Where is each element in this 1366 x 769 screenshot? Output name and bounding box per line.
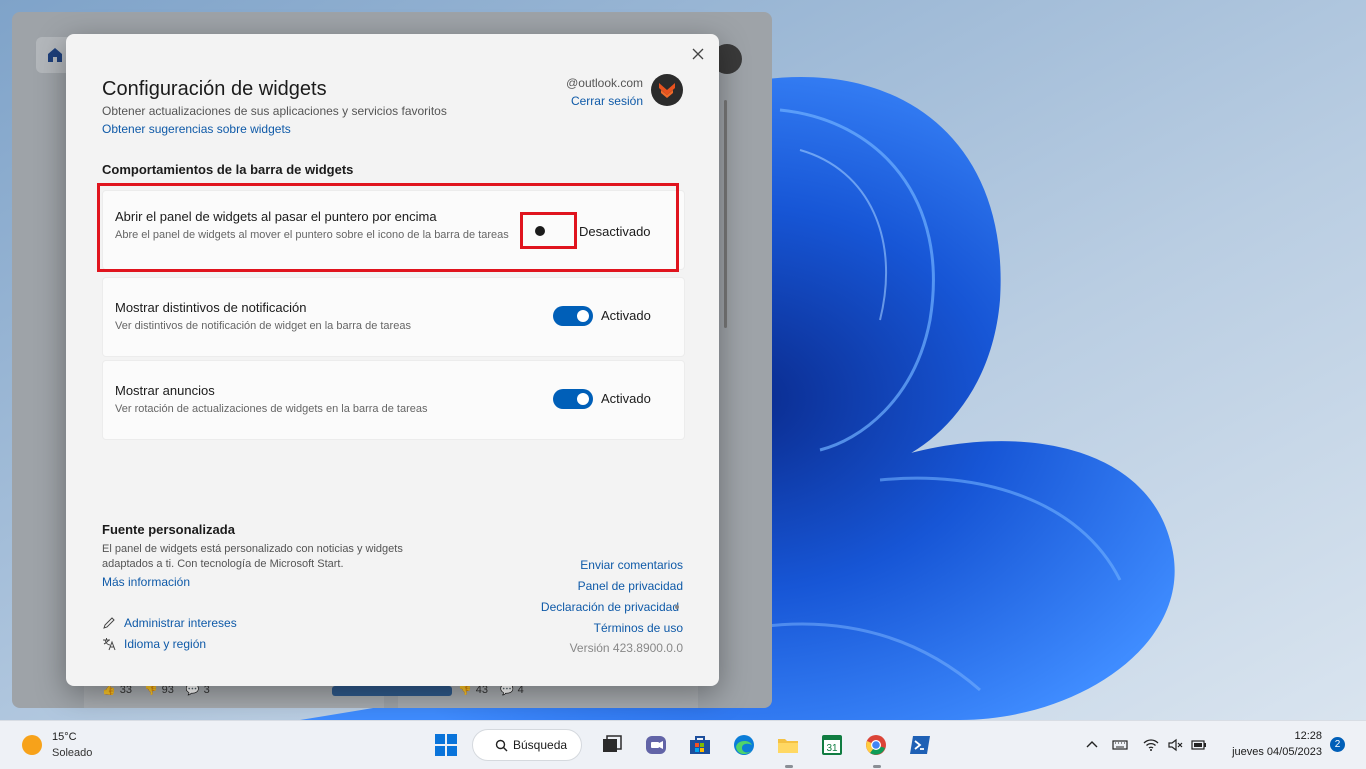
setting-description: Abre el panel de widgets al mover el pun… xyxy=(115,229,509,241)
close-icon xyxy=(692,48,704,60)
language-region-link[interactable]: Idioma y región xyxy=(102,637,206,651)
battery-icon[interactable] xyxy=(1190,736,1208,754)
pencil-icon xyxy=(103,617,115,629)
search-label: Búsqueda xyxy=(513,738,568,752)
widgets-settings-dialog: Configuración de widgets Obtener actuali… xyxy=(66,34,719,686)
clock-time[interactable]: 12:28 xyxy=(1294,730,1322,742)
toggle-knob xyxy=(577,310,589,322)
language-icon xyxy=(103,638,116,651)
feed-heading: Fuente personalizada xyxy=(102,522,235,537)
weather-condition[interactable]: Soleado xyxy=(52,747,92,759)
setting-show-announcements: Mostrar anuncios Ver rotación de actuali… xyxy=(102,360,685,440)
version-label: Versión 423.8900.0.0 xyxy=(569,641,683,655)
toggle-state-label: Activado xyxy=(601,391,651,406)
setting-title: Abrir el panel de widgets al pasar el pu… xyxy=(115,209,437,224)
clock-date[interactable]: jueves 04/05/2023 xyxy=(1232,746,1322,758)
taskbar-search-box[interactable]: Búsqueda xyxy=(472,729,582,761)
sign-out-link[interactable]: Cerrar sesión xyxy=(571,94,643,108)
privacy-panel-link[interactable]: Panel de privacidad xyxy=(578,579,683,593)
send-feedback-link[interactable]: Enviar comentarios xyxy=(580,558,683,572)
show-announcements-toggle[interactable] xyxy=(553,389,593,409)
home-icon xyxy=(48,48,62,62)
task-view-icon[interactable] xyxy=(599,732,625,758)
language-region-label: Idioma y región xyxy=(124,637,207,651)
terms-of-use-link[interactable]: Términos de uso xyxy=(594,621,683,635)
setting-description: Ver rotación de actualizaciones de widge… xyxy=(115,403,428,415)
setting-description: Ver distintivos de notificación de widge… xyxy=(115,320,411,332)
close-button[interactable] xyxy=(688,44,708,64)
file-explorer-icon[interactable] xyxy=(775,732,801,758)
dialog-title: Configuración de widgets xyxy=(102,78,327,100)
dialog-subtitle: Obtener actualizaciones de sus aplicacio… xyxy=(102,104,447,118)
windows-start-icon[interactable] xyxy=(435,734,457,756)
edge-browser-icon[interactable] xyxy=(731,732,757,758)
weather-temperature[interactable]: 15°C xyxy=(52,731,77,743)
sun-icon[interactable] xyxy=(22,735,42,755)
notification-badge[interactable]: 2 xyxy=(1330,737,1345,752)
setting-title: Mostrar distintivos de notificación xyxy=(115,300,307,315)
taskbar: 15°C Soleado Búsqueda 31 12:28 jueves 04… xyxy=(0,720,1366,769)
toggle-knob xyxy=(535,226,545,236)
keyboard-icon[interactable] xyxy=(1111,736,1129,754)
powershell-icon[interactable] xyxy=(907,732,933,758)
setting-notification-badges: Mostrar distintivos de notificación Ver … xyxy=(102,277,685,357)
feed-description: El panel de widgets está personalizado c… xyxy=(102,543,403,570)
more-info-link[interactable]: Más información xyxy=(102,575,190,589)
section-heading: Comportamientos de la barra de widgets xyxy=(102,162,354,177)
calendar-day: 31 xyxy=(826,743,838,754)
setting-title: Mostrar anuncios xyxy=(115,383,215,398)
microsoft-store-icon[interactable] xyxy=(687,732,713,758)
external-link-dot-icon xyxy=(675,605,679,609)
board-scrollbar[interactable] xyxy=(724,100,727,328)
calendar-icon[interactable]: 31 xyxy=(819,732,845,758)
notification-badges-toggle[interactable] xyxy=(553,306,593,326)
board-card-accent xyxy=(332,686,452,696)
chevron-up-icon[interactable] xyxy=(1083,736,1101,754)
teams-chat-icon[interactable] xyxy=(643,732,669,758)
manage-interests-link[interactable]: Administrar intereses xyxy=(102,616,237,630)
manage-interests-label: Administrar intereses xyxy=(124,616,237,630)
privacy-statement-link[interactable]: Declaración de privacidad xyxy=(541,600,679,614)
wifi-icon[interactable] xyxy=(1142,736,1160,754)
volume-muted-icon[interactable] xyxy=(1166,736,1184,754)
open-on-hover-toggle[interactable] xyxy=(529,221,569,241)
setting-open-on-hover: Abrir el panel de widgets al pasar el pu… xyxy=(102,190,685,270)
toggle-state-label: Activado xyxy=(601,308,651,323)
toggle-state-label: Desactivado xyxy=(579,224,651,239)
profile-logo-icon xyxy=(659,83,675,98)
toggle-knob xyxy=(577,393,589,405)
chrome-browser-icon[interactable] xyxy=(863,732,889,758)
avatar[interactable] xyxy=(651,74,683,106)
suggestions-link[interactable]: Obtener sugerencias sobre widgets xyxy=(102,122,291,136)
search-icon xyxy=(495,739,508,752)
account-email: @outlook.com xyxy=(566,76,643,90)
